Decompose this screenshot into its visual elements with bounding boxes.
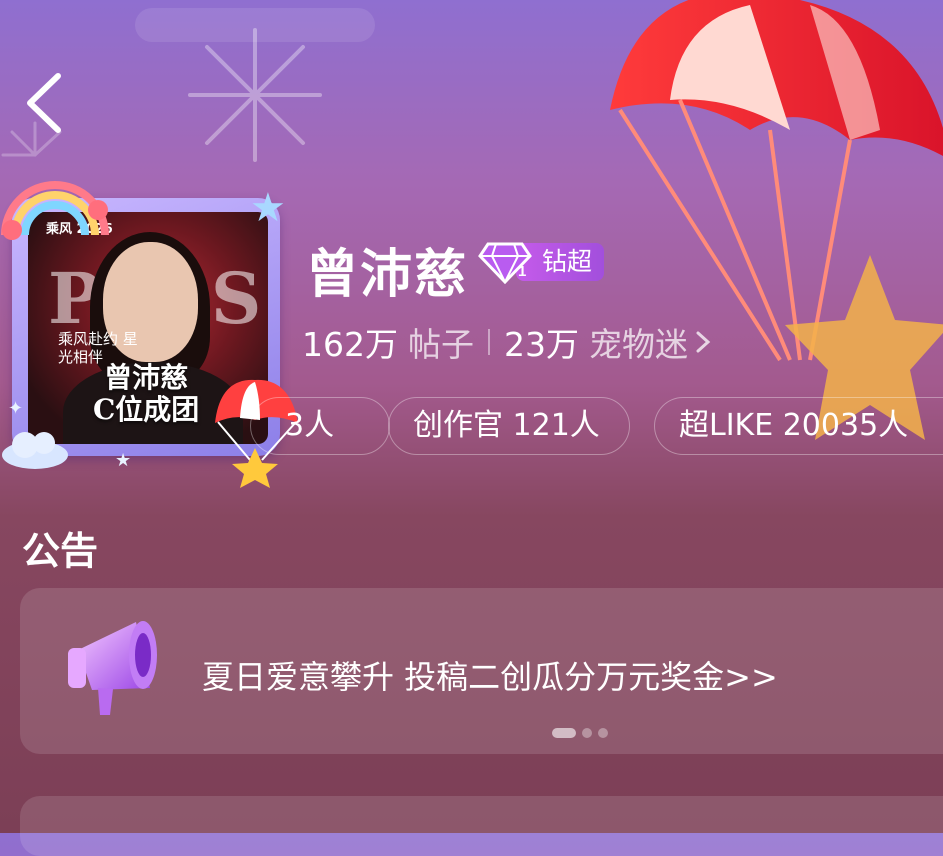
super-like-chip[interactable]: 超LIKE 20035人: [654, 397, 943, 455]
chip-label: 创作官 121人: [413, 408, 600, 443]
carousel-dot: [598, 728, 608, 738]
sparkle-icon: ★: [250, 185, 286, 231]
forum-stats: 162万 帖子 23万 宠物迷: [302, 318, 712, 366]
sparkle-icon: ✦: [8, 398, 24, 419]
announcement-card[interactable]: 夏日爱意攀升 投稿二创瓜分万元奖金>>: [20, 588, 943, 754]
diamond-icon: 1: [478, 242, 532, 284]
avatar-caption-line2: C位成团: [93, 393, 200, 426]
carousel-dot-active: [552, 728, 576, 738]
chip-label: 3人: [285, 408, 335, 443]
announcement-text: 夏日爱意攀升 投稿二创瓜分万元奖金>>: [202, 658, 778, 696]
back-button[interactable]: [22, 70, 70, 136]
chip-label: 超LIKE 20035人: [679, 408, 909, 443]
chevron-left-icon: [27, 73, 61, 133]
firework-decoration: [188, 28, 322, 162]
carousel-dot: [582, 728, 592, 738]
creator-chip[interactable]: 创作官 121人: [388, 397, 630, 455]
stats-divider: [488, 329, 490, 355]
rainbow-icon: [1, 181, 109, 240]
megaphone-icon: [68, 621, 157, 715]
posts-label: 帖子: [408, 325, 474, 364]
next-card[interactable]: [20, 796, 943, 856]
fans-count: 23万: [504, 325, 579, 364]
cloud-icon: [2, 432, 68, 469]
sparkle-icon: ★: [115, 450, 132, 471]
avatar-caption-line1: 曾沛慈: [104, 361, 189, 394]
carousel-indicator: [552, 728, 608, 738]
chevron-right-icon[interactable]: [694, 327, 712, 357]
posts-count: 162万: [302, 325, 398, 364]
diamond-level: 1: [518, 263, 526, 280]
forum-title: 曾沛慈: [306, 245, 469, 305]
role-chip[interactable]: 3人: [250, 397, 390, 455]
fans-label: 宠物迷: [589, 325, 688, 364]
avatar-caption: 曾沛慈 C位成团: [93, 362, 199, 426]
announcement-heading: 公告: [22, 529, 99, 573]
